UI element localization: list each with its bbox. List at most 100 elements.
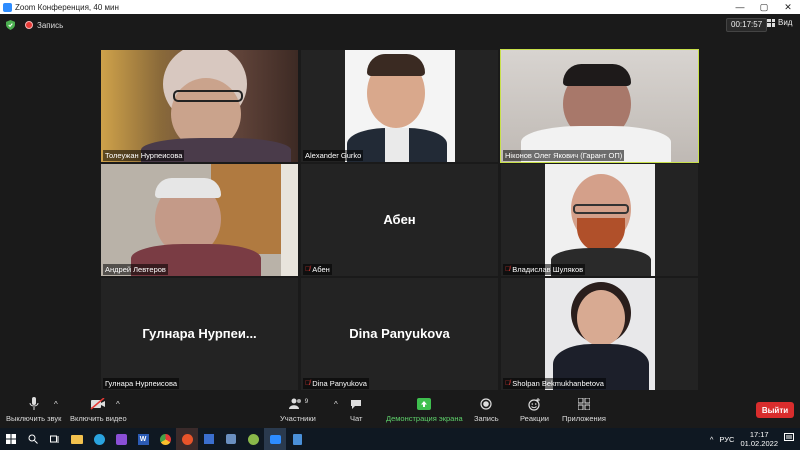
task-view-icon[interactable] — [44, 428, 66, 450]
save-app-icon[interactable] — [198, 428, 220, 450]
apps-icon — [577, 396, 590, 412]
participant-hair — [563, 64, 631, 86]
participant-tile[interactable]: 🎙̸ Sholpan Bekmukhanbetova — [501, 278, 698, 390]
tray-chevron-icon[interactable]: ^ — [710, 435, 714, 444]
telegram-icon[interactable] — [88, 428, 110, 450]
participants-button[interactable]: 9 Участники — [280, 396, 316, 424]
participant-name: 🎙̸ Sholpan Bekmukhanbetova — [503, 378, 606, 389]
calculator-icon[interactable] — [286, 428, 308, 450]
participant-tile-no-video[interactable]: Dina Panyukova 🎙̸ Dina Panyukova — [301, 278, 498, 390]
reactions-icon — [528, 396, 541, 412]
leave-meeting-button[interactable]: Выйти — [756, 402, 794, 418]
recording-label: Запись — [37, 20, 64, 30]
windows-taskbar: W ^ РУС 17:17 01.02.2022 — [0, 428, 800, 450]
view-label: Вид — [778, 18, 793, 27]
background-wall — [281, 164, 298, 276]
record-button[interactable]: Запись — [474, 396, 499, 423]
participants-label: Участники — [280, 414, 316, 423]
meeting-timer: 00:17:57 — [726, 18, 768, 32]
chat-icon — [350, 396, 362, 412]
chevron-up-icon: ^ — [334, 399, 338, 409]
apps-button[interactable]: Приложения — [562, 396, 606, 423]
background-cabinet — [211, 164, 281, 254]
file-explorer-icon[interactable] — [66, 428, 88, 450]
microphone-icon — [29, 396, 39, 412]
share-screen-button[interactable]: Демонстрация экрана — [386, 396, 463, 423]
participants-icon: 9 — [288, 396, 308, 412]
chat-button[interactable]: Чат — [350, 396, 362, 423]
clock-time: 17:17 — [749, 430, 769, 439]
title-bar: Zoom Конференция, 40 мин — ▢ ✕ — [0, 0, 800, 14]
search-icon[interactable] — [22, 428, 44, 450]
video-off-icon — [90, 396, 106, 412]
clock[interactable]: 17:17 01.02.2022 — [740, 430, 778, 448]
participant-name: Андрей Левтеров — [103, 264, 168, 275]
mic-muted-icon: 🎙̸ — [305, 380, 311, 387]
security-shield-icon[interactable] — [6, 20, 15, 30]
zoom-taskbar-icon[interactable] — [264, 428, 286, 450]
share-screen-icon — [417, 396, 432, 412]
mute-label: Выключить звук — [6, 414, 62, 423]
meeting-toolbar: Выключить звук ^ Включить видео ^ 9 Учас… — [0, 392, 800, 428]
app-icon-red[interactable] — [176, 428, 198, 450]
participant-tile[interactable]: Толеужан Нурпеисова — [101, 50, 298, 162]
close-button[interactable]: ✕ — [776, 0, 800, 14]
participant-tile-no-video[interactable]: Абен 🎙̸ Абен — [301, 164, 498, 276]
mic-muted-icon: 🎙̸ — [305, 266, 311, 273]
chat-label: Чат — [350, 414, 363, 423]
chevron-up-icon: ^ — [116, 399, 120, 409]
meeting-top-bar: Запись 00:17:57 Вид — [0, 14, 800, 36]
reactions-button[interactable]: Реакции — [520, 396, 549, 423]
clock-date: 01.02.2022 — [740, 439, 778, 448]
audio-options-chevron[interactable]: ^ — [54, 396, 58, 412]
minimize-button[interactable]: — — [728, 0, 752, 14]
windows-start-icon[interactable] — [0, 428, 22, 450]
participant-hair — [367, 54, 425, 76]
participant-tile[interactable]: 🎙̸ Владислав Шуляков — [501, 164, 698, 276]
participant-name: Alexander Gurko — [303, 150, 364, 161]
visual-studio-icon[interactable] — [110, 428, 132, 450]
participant-tile-no-video[interactable]: Гулнара Нурпеи... Гулнара Нурпеисова — [101, 278, 298, 390]
chrome-icon[interactable] — [154, 428, 176, 450]
zoom-window: Zoom Конференция, 40 мин — ▢ ✕ Запись 00… — [0, 0, 800, 450]
participant-name: 🎙̸ Dina Panyukova — [303, 378, 369, 389]
window-title: Zoom Конференция, 40 мин — [15, 2, 119, 12]
app-icon-blue[interactable] — [220, 428, 242, 450]
participant-hair — [155, 178, 221, 198]
app-icon-green[interactable] — [242, 428, 264, 450]
apps-label: Приложения — [562, 414, 606, 423]
glasses-shape — [573, 204, 629, 214]
language-indicator[interactable]: РУС — [719, 435, 734, 444]
mic-muted-icon: 🎙̸ — [505, 380, 511, 387]
chevron-up-icon: ^ — [54, 399, 58, 409]
participant-display-name: Абен — [383, 212, 416, 227]
participant-name: Ніконов Олег Якович (Гарант ОП) — [503, 150, 625, 161]
zoom-logo-icon — [3, 2, 12, 12]
participant-shirt — [385, 128, 409, 162]
participant-name: 🎙̸ Владислав Шуляков — [503, 264, 586, 275]
reactions-label: Реакции — [520, 414, 549, 423]
mic-muted-icon: 🎙̸ — [505, 266, 511, 273]
participant-tile[interactable]: Alexander Gurko — [301, 50, 498, 162]
word-icon[interactable]: W — [132, 428, 154, 450]
participant-face — [577, 290, 625, 346]
video-options-chevron[interactable]: ^ — [116, 396, 120, 412]
share-screen-label: Демонстрация экрана — [386, 414, 463, 423]
participant-tile[interactable]: Андрей Левтеров — [101, 164, 298, 276]
view-button[interactable]: Вид — [767, 18, 792, 27]
participants-options-chevron[interactable]: ^ — [334, 396, 338, 412]
participant-name: 🎙̸ Абен — [303, 264, 332, 275]
system-tray: ^ РУС 17:17 01.02.2022 — [710, 428, 800, 450]
recording-indicator-icon — [25, 21, 33, 29]
participant-tile-active-speaker[interactable]: Ніконов Олег Якович (Гарант ОП) — [500, 49, 699, 163]
glasses-shape — [173, 90, 243, 102]
participant-display-name: Dina Panyukova — [349, 326, 450, 341]
video-label: Включить видео — [70, 414, 127, 423]
participant-name: Гулнара Нурпеисова — [103, 378, 180, 389]
view-grid-icon — [767, 18, 775, 27]
participant-display-name: Гулнара Нурпеи... — [142, 326, 257, 341]
maximize-button[interactable]: ▢ — [752, 0, 776, 14]
participant-name: Толеужан Нурпеисова — [103, 150, 185, 161]
record-icon — [480, 396, 492, 412]
notifications-icon[interactable] — [784, 433, 794, 445]
